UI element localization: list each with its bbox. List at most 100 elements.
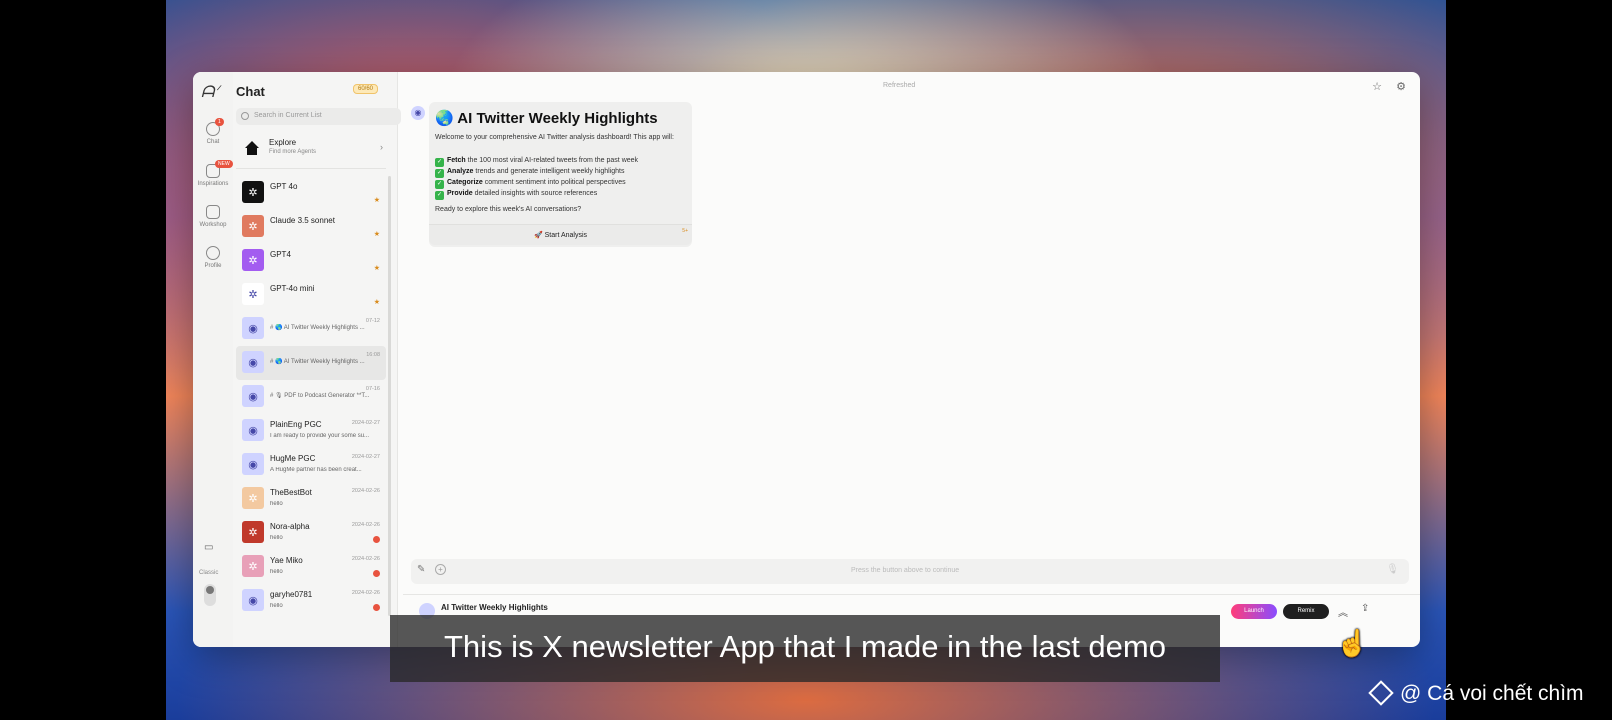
avatar: ◉ [242,351,264,373]
explore-subtitle: Find more Agents [269,149,317,155]
item-date: 2024-02-26 [351,488,380,494]
star-icon[interactable]: ★ [374,196,380,204]
check-icon: ✓ [435,158,444,167]
explore-agents[interactable]: Explore Find more Agents › [236,134,386,164]
item-preview: # 🎙 PDF to Podcast Generator **T... [270,393,370,399]
gear-icon[interactable]: ⚙ [1396,80,1406,93]
avatar: ◉ [242,385,264,407]
unread-dot [373,570,380,577]
avatar: ✲ [242,521,264,543]
start-analysis-label: 🚀 Start Analysis [533,232,588,239]
card-outro: Ready to explore this week's AI conversa… [435,206,582,213]
broom-icon[interactable]: ✎ [417,564,425,575]
card-intro: Welcome to your comprehensive AI Twitter… [435,134,674,141]
list-item[interactable]: ◉ HugMe PGC A HugMe partner has been creat… [236,448,386,482]
mic-icon[interactable]: 🎙 [1386,564,1399,575]
item-name: GPT4 [270,250,291,259]
feature-item: ✓ Categorize comment sentiment into polit… [435,179,626,189]
explore-title: Explore [269,138,297,147]
bot-avatar-icon: ◉ [411,106,425,120]
item-name: HugMe PGC [270,454,316,463]
item-date: 2024-02-27 [351,420,380,426]
list-item[interactable]: ✲ Nora-alpha hello 2024-02-26 [236,516,386,550]
item-preview: I am ready to provide your some su... [270,433,370,439]
item-name: garyhe0781 [270,590,313,599]
item-preview: hello [270,603,283,609]
chat-list: ✲ GPT 4o ★ ✲ Claude 3.5 sonnet ★ ✲ GPT4 ★ ✲ GPT-4o… [236,176,386,618]
check-icon: ✓ [435,169,444,178]
item-name: Yae Miko [270,556,303,565]
avatar: ✲ [242,215,264,237]
avatar: ✲ [242,283,264,305]
avatar: ✲ [242,249,264,271]
list-scrollbar[interactable] [388,176,391,616]
video-subtitle: This is X newsletter App that I made in … [390,615,1220,682]
feature-item: ✓ Fetch the 100 most viral AI-related twe… [435,157,639,167]
item-name: GPT 4o [270,182,298,191]
watermark: @ Cá voi chết chìm [1368,680,1584,706]
list-item[interactable]: ✲ Yae Miko hello 2024-02-26 [236,550,386,584]
avatar: ◉ [242,453,264,475]
card-title: 🌏 AI Twitter Weekly Highlights [435,110,658,127]
star-icon[interactable]: ★ [374,264,380,272]
list-item[interactable]: ✲ GPT4 ★ [236,244,386,278]
item-name: TheBestBot [270,488,312,497]
button-badge: 5+ [682,228,688,234]
hand-cursor-icon: ☝ [1336,628,1369,658]
avatar: ◉ [242,419,264,441]
launch-button[interactable]: Launch [1231,604,1277,619]
message-input[interactable]: ✎ + Press the button above to continue 🎙 [411,559,1409,584]
item-date: 16:08 [366,352,380,358]
list-item[interactable]: ◉ # 🌎 AI Twitter Weekly Highlights ... 07-… [236,312,386,346]
favorite-icon[interactable]: ☆ [1372,80,1382,93]
watermark-logo-icon [1368,680,1394,706]
credit-badge[interactable]: 60/60 [353,84,379,94]
list-item[interactable]: ✲ TheBestBot hello 2024-02-26 [236,482,386,516]
list-item[interactable]: ✲ GPT-4o mini ★ [236,278,386,312]
item-preview: # 🌎 AI Twitter Weekly Highlights ... [270,325,365,331]
avatar: ✲ [242,555,264,577]
list-item[interactable]: ◉ # 🎙 PDF to Podcast Generator **T... 07-1… [236,380,386,414]
item-date: 07-16 [365,386,380,392]
unread-dot [373,536,380,543]
avatar: ✲ [242,181,264,203]
start-analysis-button[interactable]: 🚀 Start Analysis 5+ [429,224,692,245]
avatar: ◉ [242,589,264,611]
list-item[interactable]: ◉ # 🌎 AI Twitter Weekly Highlights ... 16:… [236,346,386,380]
share-icon[interactable]: ⇪ [1361,603,1369,614]
input-placeholder: Press the button above to continue [851,567,960,574]
item-preview: hello [270,535,283,541]
search-input[interactable]: Search in Current List [236,108,401,125]
home-icon [245,141,259,155]
chat-main: Refreshed ☆ ⚙ ◉ 🌏 AI Twitter Weekly High… [403,72,1420,647]
item-date: 2024-02-26 [351,556,380,562]
status-text: Refreshed [883,82,916,89]
avatar: ✲ [242,487,264,509]
feature-item: ✓ Provide detailed insights with source r… [435,190,598,200]
item-name: GPT-4o mini [270,284,315,293]
item-name: Nora-alpha [270,522,310,531]
list-item[interactable]: ✲ Claude 3.5 sonnet ★ [236,210,386,244]
search-icon [241,112,249,120]
item-preview: # 🌎 AI Twitter Weekly Highlights ... [270,359,365,365]
star-icon[interactable]: ★ [374,298,380,306]
check-icon: ✓ [435,191,444,200]
item-date: 2024-02-26 [351,522,380,528]
item-date: 2024-02-27 [351,454,380,460]
feature-item: ✓ Analyze trends and generate intelligent… [435,168,625,178]
list-item[interactable]: ◉ garyhe0781 hello 2024-02-26 [236,584,386,618]
star-icon[interactable]: ★ [374,230,380,238]
plus-icon[interactable]: + [435,564,446,575]
app-window: ᗩᐟ 1 Chat NEW Inspirations Workshop Prof… [193,72,1420,647]
item-date: 2024-02-26 [351,590,380,596]
item-preview: A HugMe partner has been creat... [270,467,362,473]
watermark-text: @ Cá voi chết chìm [1400,682,1584,705]
list-title: Chat [236,84,265,99]
chevron-up-icon[interactable]: ︽ [1338,604,1348,619]
list-item[interactable]: ✲ GPT 4o ★ [236,176,386,210]
item-name: PlainEng PGC [270,420,322,429]
item-preview: hello [270,569,283,575]
remix-button[interactable]: Remix [1283,604,1329,619]
screen: ᗩᐟ 1 Chat NEW Inspirations Workshop Prof… [0,0,1612,720]
list-item[interactable]: ◉ PlainEng PGC I am ready to provide your … [236,414,386,448]
